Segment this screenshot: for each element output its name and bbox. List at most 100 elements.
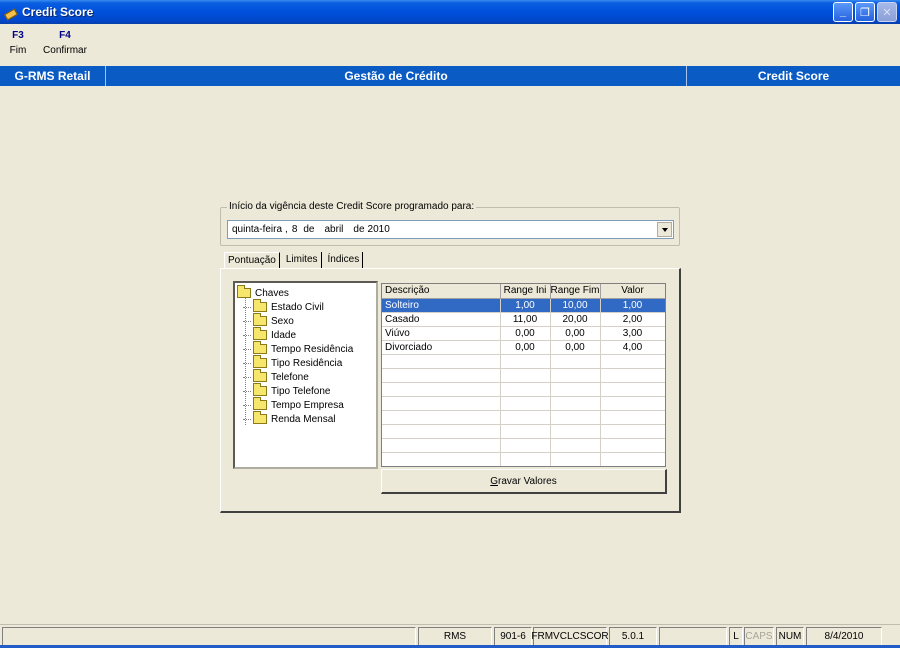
close-button[interactable]: ✕ [877,2,897,22]
table-cell[interactable]: Casado [382,312,501,327]
table-row[interactable]: Viúvo 0,00 0,00 3,00 [382,326,665,341]
confirmar-button[interactable]: F4 Confirmar [42,30,88,62]
tree-item[interactable]: Tempo Empresa [235,397,376,412]
tab-pontuacao[interactable]: Pontuação [224,252,280,269]
window-controls: _ ❐ ✕ [833,2,897,22]
table-cell[interactable] [500,396,551,411]
gravar-valores-button[interactable]: Gravar Valores [381,469,667,494]
table-cell[interactable] [500,368,551,383]
tree-item[interactable]: Telefone [235,369,376,384]
table-cell[interactable] [382,396,501,411]
status-l: L [729,627,743,646]
table-cell[interactable]: 0,00 [500,340,551,355]
table-cell[interactable] [500,382,551,397]
tree-item[interactable]: Renda Mensal [235,411,376,426]
tab-indices[interactable]: Índices [324,252,364,269]
col-valor[interactable]: Valor [600,284,665,299]
table-cell[interactable] [600,410,665,425]
table-cell[interactable]: 20,00 [550,312,601,327]
table-cell[interactable] [500,424,551,439]
table-cell[interactable]: 1,00 [600,298,665,313]
table-cell[interactable] [550,382,601,397]
table-cell[interactable] [382,368,501,383]
chevron-down-icon[interactable] [657,222,672,237]
table-cell[interactable]: 11,00 [500,312,551,327]
table-cell[interactable] [382,452,501,466]
tree-item[interactable]: Idade [235,327,376,342]
date-month: abril [324,224,344,235]
col-descricao[interactable]: Descrição [382,284,501,299]
status-panel-empty [2,627,416,646]
score-grid[interactable]: Descrição Range Ini Range Fim Valor Solt… [381,283,666,467]
table-row[interactable]: Divorciado 0,00 0,00 4,00 [382,340,665,355]
table-cell[interactable] [550,410,601,425]
table-cell[interactable] [382,382,501,397]
empty-row[interactable] [382,382,665,397]
fim-button[interactable]: F3 Fim [6,30,30,62]
table-cell[interactable]: 0,00 [550,326,601,341]
table-cell[interactable]: Solteiro [382,298,501,313]
table-cell[interactable] [500,354,551,369]
date-de2: de [353,224,365,235]
table-cell[interactable] [600,354,665,369]
table-row[interactable]: Casado 11,00 20,00 2,00 [382,312,665,327]
tree-root-label: Chaves [255,287,289,299]
table-cell[interactable] [600,424,665,439]
grid-body: Solteiro 1,00 10,00 1,00 Casado 11,00 20,00 2,0… [382,298,665,466]
empty-row[interactable] [382,424,665,439]
empty-row[interactable] [382,354,665,369]
table-cell[interactable]: 4,00 [600,340,665,355]
table-cell[interactable] [550,396,601,411]
tree-item[interactable]: Estado Civil [235,299,376,314]
header-band: G-RMS Retail Gestão de Crédito Credit Sc… [0,66,900,86]
table-cell[interactable] [382,410,501,425]
table-cell[interactable]: 3,00 [600,326,665,341]
col-range-ini[interactable]: Range Ini [500,284,551,299]
date-year: 2010 [367,224,390,235]
table-cell[interactable] [500,452,551,466]
col-range-fim[interactable]: Range Fim [550,284,601,299]
table-cell[interactable]: 1,00 [500,298,551,313]
table-row[interactable]: Solteiro 1,00 10,00 1,00 [382,298,665,313]
table-cell[interactable] [600,438,665,453]
table-cell[interactable] [550,354,601,369]
app-icon [4,5,18,19]
table-cell[interactable]: 2,00 [600,312,665,327]
keys-tree[interactable]: Chaves Estado Civil Sexo Idade Tempo Residê… [233,281,378,469]
tree-item[interactable]: Sexo [235,313,376,328]
table-cell[interactable] [550,424,601,439]
table-cell[interactable] [550,452,601,466]
table-cell[interactable] [382,424,501,439]
vigencia-date-picker[interactable]: quinta-feira, 8 de abril de 2010 [227,220,674,239]
minimize-button[interactable]: _ [833,2,853,22]
tree-item-label: Tipo Telefone [271,385,331,397]
table-cell[interactable]: Viúvo [382,326,501,341]
tab-limites[interactable]: Limites [282,252,322,269]
tree-root[interactable]: Chaves [235,285,376,300]
title-bar[interactable]: Credit Score _ ❐ ✕ [0,0,900,24]
table-cell[interactable] [550,438,601,453]
folder-icon [253,299,267,312]
empty-row[interactable] [382,438,665,453]
table-cell[interactable] [600,382,665,397]
table-cell[interactable] [382,354,501,369]
table-cell[interactable] [600,452,665,466]
empty-row[interactable] [382,396,665,411]
tree-item[interactable]: Tipo Telefone [235,383,376,398]
empty-row[interactable] [382,410,665,425]
table-cell[interactable] [500,438,551,453]
table-cell[interactable] [600,396,665,411]
tree-item[interactable]: Tipo Residência [235,355,376,370]
table-cell[interactable] [382,438,501,453]
empty-row[interactable] [382,452,665,466]
tree-item[interactable]: Tempo Residência [235,341,376,356]
table-cell[interactable]: 10,00 [550,298,601,313]
restore-button[interactable]: ❐ [855,2,875,22]
table-cell[interactable]: 0,00 [500,326,551,341]
table-cell[interactable] [600,368,665,383]
table-cell[interactable] [500,410,551,425]
empty-row[interactable] [382,368,665,383]
table-cell[interactable] [550,368,601,383]
table-cell[interactable]: Divorciado [382,340,501,355]
table-cell[interactable]: 0,00 [550,340,601,355]
